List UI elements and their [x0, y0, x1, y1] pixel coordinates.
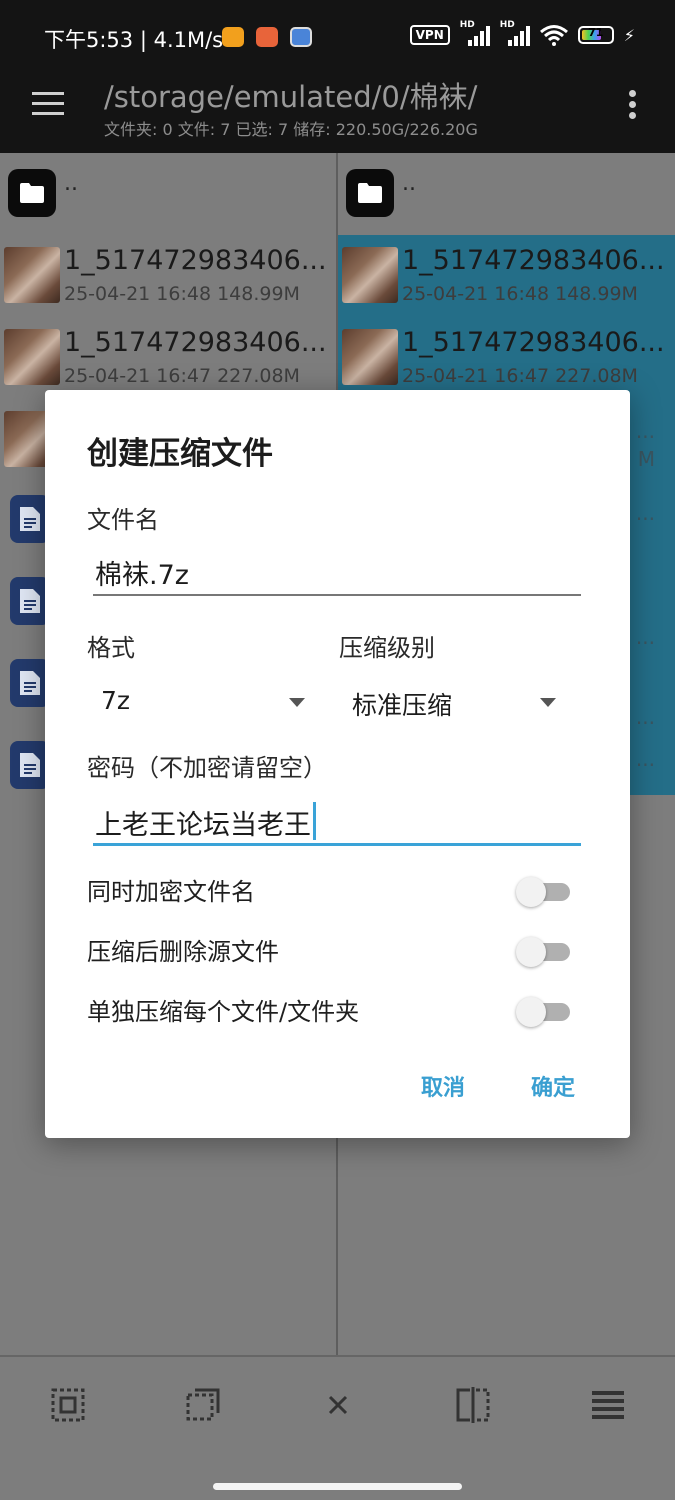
- password-value: 上老王论坛当老王: [95, 810, 311, 841]
- invert-selection-icon[interactable]: [453, 1385, 493, 1425]
- video-thumbnail: [342, 329, 398, 385]
- dialog-title: 创建压缩文件: [87, 436, 273, 472]
- folder-icon: [346, 169, 394, 217]
- delete-source-switch[interactable]: [516, 937, 572, 967]
- file-meta: 25-04-21 16:48 148.99M: [64, 283, 300, 305]
- file-row[interactable]: 1_517472983406... 25-04-21 16:47 227.08M: [0, 317, 336, 399]
- filename-label: 文件名: [87, 506, 159, 534]
- bottom-toolbar: [0, 1355, 675, 1500]
- battery-icon: 71: [577, 26, 614, 44]
- hd-label: HD: [459, 20, 475, 30]
- hd-label: HD: [499, 20, 515, 30]
- cancel-button[interactable]: 取消: [421, 1070, 465, 1102]
- file-name-trail: ...: [635, 419, 655, 443]
- filename-input[interactable]: 棉袜.7z: [95, 553, 189, 592]
- vpn-badge: VPN: [409, 25, 450, 45]
- status-indicators: VPN HD HD 71 ⚡: [409, 20, 635, 46]
- create-archive-dialog: 创建压缩文件 文件名 棉袜.7z 格式 压缩级别 7z 标准压缩 密码（不加密请…: [45, 390, 630, 1138]
- password-input[interactable]: 上老王论坛当老王: [95, 802, 316, 842]
- current-path: /storage/emulated/0/棉袜/: [104, 80, 478, 114]
- document-icon: [10, 495, 50, 543]
- parent-folder-label: ..: [64, 171, 78, 196]
- signal-icon: HD: [460, 20, 490, 46]
- encrypt-filenames-label: 同时加密文件名: [87, 878, 255, 906]
- format-value: 7z: [101, 686, 131, 715]
- encrypt-filenames-switch[interactable]: [516, 877, 572, 907]
- file-name: 1_517472983406...: [64, 327, 327, 358]
- folder-icon: [8, 169, 56, 217]
- signal-icon: HD: [500, 20, 530, 46]
- file-row[interactable]: 1_517472983406... 25-04-21 16:48 148.99M: [338, 235, 675, 317]
- parent-folder-row[interactable]: ..: [0, 153, 336, 235]
- format-label: 格式: [87, 634, 135, 662]
- top-bar: 下午5:53 | 4.1M/s VPN HD HD 71 ⚡ /storage/…: [0, 0, 675, 153]
- document-icon: [10, 741, 50, 789]
- separate-archives-label: 单独压缩每个文件/文件夹: [87, 998, 360, 1026]
- separate-archives-toggle[interactable]: 单独压缩每个文件/文件夹: [87, 990, 572, 1030]
- folder-stats: 文件夹: 0 文件: 7 已选: 7 储存: 220.50G/226.20G: [104, 120, 478, 139]
- notification-app-icon: [290, 27, 312, 47]
- parent-folder-label: ..: [402, 171, 416, 196]
- file-name-trail: ...: [635, 501, 655, 525]
- notification-app-icon: [256, 27, 278, 47]
- file-meta: 25-04-21 16:47 227.08M: [64, 365, 300, 387]
- compression-level-label: 压缩级别: [339, 634, 435, 662]
- status-time: 下午5:53 | 4.1M/s: [44, 28, 224, 52]
- file-row[interactable]: 1_517472983406... 25-04-21 16:48 148.99M: [0, 235, 336, 317]
- document-icon: [10, 659, 50, 707]
- ok-button[interactable]: 确定: [531, 1070, 575, 1102]
- file-meta-trail: M: [637, 447, 655, 471]
- file-name: 1_517472983406...: [64, 245, 327, 276]
- battery-level: 71: [588, 26, 604, 39]
- chevron-down-icon: [289, 698, 305, 707]
- encrypt-filenames-toggle[interactable]: 同时加密文件名: [87, 870, 572, 910]
- file-name-trail: ...: [635, 705, 655, 729]
- select-range-icon[interactable]: [183, 1385, 223, 1425]
- screen: 下午5:53 | 4.1M/s VPN HD HD 71 ⚡ /storage/…: [0, 0, 675, 1500]
- charging-icon: ⚡: [623, 25, 635, 45]
- compression-level-value: 标准压缩: [352, 691, 453, 720]
- file-meta: 25-04-21 16:47 227.08M: [402, 365, 638, 387]
- separate-archives-switch[interactable]: [516, 997, 572, 1027]
- notification-app-icon: [222, 27, 244, 47]
- status-bar: 下午5:53 | 4.1M/s VPN HD HD 71 ⚡: [0, 0, 675, 74]
- file-meta: 25-04-21 16:48 148.99M: [402, 283, 638, 305]
- gesture-bar[interactable]: [213, 1483, 462, 1490]
- delete-source-label: 压缩后删除源文件: [87, 938, 279, 966]
- file-row[interactable]: 1_517472983406... 25-04-21 16:47 227.08M: [338, 317, 675, 399]
- file-name: 1_517472983406...: [402, 245, 665, 276]
- wifi-icon: [539, 25, 568, 46]
- select-all-icon[interactable]: [48, 1385, 88, 1425]
- filename-underline: [93, 594, 581, 596]
- menu-icon[interactable]: [32, 92, 64, 116]
- video-thumbnail: [4, 247, 60, 303]
- cancel-selection-icon[interactable]: [318, 1385, 358, 1425]
- password-underline: [93, 843, 581, 846]
- delete-source-toggle[interactable]: 压缩后删除源文件: [87, 930, 572, 970]
- parent-folder-row[interactable]: ..: [338, 153, 675, 235]
- text-cursor: [313, 802, 316, 840]
- list-select-icon[interactable]: [588, 1385, 628, 1425]
- compression-level-select[interactable]: 标准压缩: [352, 686, 556, 726]
- file-name: 1_517472983406...: [402, 327, 665, 358]
- document-icon: [10, 577, 50, 625]
- more-options-icon[interactable]: [629, 90, 637, 120]
- video-thumbnail: [4, 329, 60, 385]
- format-select[interactable]: 7z: [101, 686, 305, 726]
- video-thumbnail: [342, 247, 398, 303]
- file-name-trail: ...: [635, 747, 655, 771]
- chevron-down-icon: [540, 698, 556, 707]
- notification-icons: [222, 27, 312, 47]
- password-label: 密码（不加密请留空）: [87, 754, 327, 782]
